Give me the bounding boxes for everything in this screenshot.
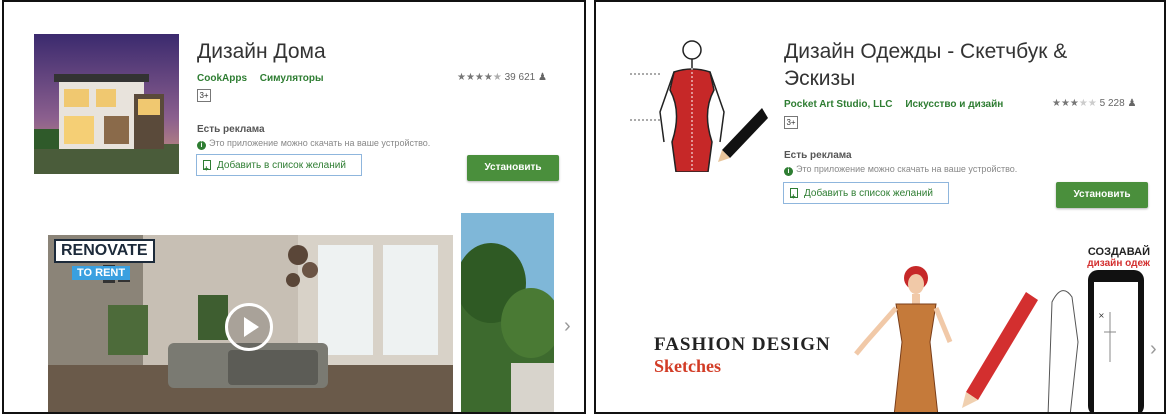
play-icon	[244, 317, 259, 337]
chevron-right-icon[interactable]: ›	[564, 315, 571, 338]
rating: ★★★★★ 39 621 ♟	[457, 72, 547, 83]
screenshot-video[interactable]: RENOVATE TO RENT	[48, 235, 453, 412]
app-title-line-2: Эскизы	[784, 67, 856, 90]
screenshot-1[interactable]: FASHION DESIGN Sketches	[646, 242, 1066, 412]
compatibility-text: Это приложение можно скачать на ваше уст…	[796, 164, 1018, 174]
compatibility-text: Это приложение можно скачать на ваше уст…	[209, 138, 431, 148]
ads-label: Есть реклама	[784, 150, 852, 161]
user-icon: ♟	[537, 72, 547, 83]
wishlist-label: Добавить в список желаний	[804, 188, 933, 199]
promo-line-2: TO RENT	[72, 266, 131, 280]
category-link[interactable]: Искусство и дизайн	[905, 99, 1003, 110]
chevron-right-icon[interactable]: ›	[1150, 338, 1157, 361]
promo-line-1: RENOVATE	[54, 239, 155, 263]
ads-label: Есть реклама	[197, 124, 265, 135]
compatibility-note: i Это приложение можно скачать на ваше ус…	[784, 164, 1017, 176]
rating-stars: ★★★★★	[457, 72, 502, 83]
app-card-fashion-design: Дизайн Одежды - Скетчбук & Эскизы Pocket…	[594, 0, 1166, 414]
rating-stars: ★★★★★	[1052, 98, 1097, 109]
app-icon-home-design[interactable]	[34, 34, 179, 174]
rating-count: 5 228	[1099, 98, 1125, 109]
screenshot-2[interactable]: СОЗДАВАЙ дизайн одеж ×	[1042, 242, 1150, 412]
wishlist-button[interactable]: Добавить в список желаний	[196, 154, 362, 180]
user-icon: ♟	[1127, 98, 1137, 109]
developer-link[interactable]: Pocket Art Studio, LLC	[784, 99, 893, 110]
info-icon: i	[197, 141, 206, 150]
app-meta: Pocket Art Studio, LLC Искусство и дизай…	[784, 99, 1013, 110]
bookmark-plus-icon	[790, 186, 798, 208]
fashion-heading-line-1: FASHION DESIGN	[654, 334, 831, 355]
wishlist-button[interactable]: Добавить в список желаний	[783, 182, 949, 208]
age-rating-badge: 3+	[197, 89, 211, 102]
info-icon: i	[784, 167, 793, 176]
category-link[interactable]: Симуляторы	[260, 73, 324, 84]
install-button[interactable]: Установить	[467, 155, 559, 181]
app-card-home-design: Дизайн Дома CookApps Симуляторы ★★★★★ 39…	[2, 0, 586, 414]
svg-text:×: ×	[1098, 311, 1105, 320]
compatibility-note: i Это приложение можно скачать на ваше ус…	[197, 138, 430, 150]
promo-banner: RENOVATE TO RENT	[54, 239, 155, 281]
fashion-heading: FASHION DESIGN Sketches	[654, 334, 831, 377]
app-meta: CookApps Симуляторы	[197, 73, 334, 84]
bookmark-plus-icon	[203, 158, 211, 180]
developer-link[interactable]: CookApps	[197, 73, 247, 84]
rating-count: 39 621	[504, 72, 536, 83]
play-button[interactable]	[225, 303, 273, 351]
wishlist-label: Добавить в список желаний	[217, 160, 346, 171]
app-icon-fashion-design[interactable]	[630, 32, 768, 172]
app-title: Дизайн Дома	[197, 40, 326, 63]
app-title: Дизайн Одежды - Скетчбук & Эскизы	[784, 38, 1067, 92]
screenshot-2[interactable]	[461, 213, 554, 412]
install-button[interactable]: Установить	[1056, 182, 1148, 208]
app-title-line-1: Дизайн Одежды - Скетчбук &	[784, 40, 1068, 63]
age-rating-badge: 3+	[784, 116, 798, 129]
rating: ★★★★★ 5 228 ♟	[1052, 98, 1136, 109]
fashion-heading-line-2: Sketches	[654, 356, 721, 376]
fashion-model-illustration	[854, 266, 1038, 412]
